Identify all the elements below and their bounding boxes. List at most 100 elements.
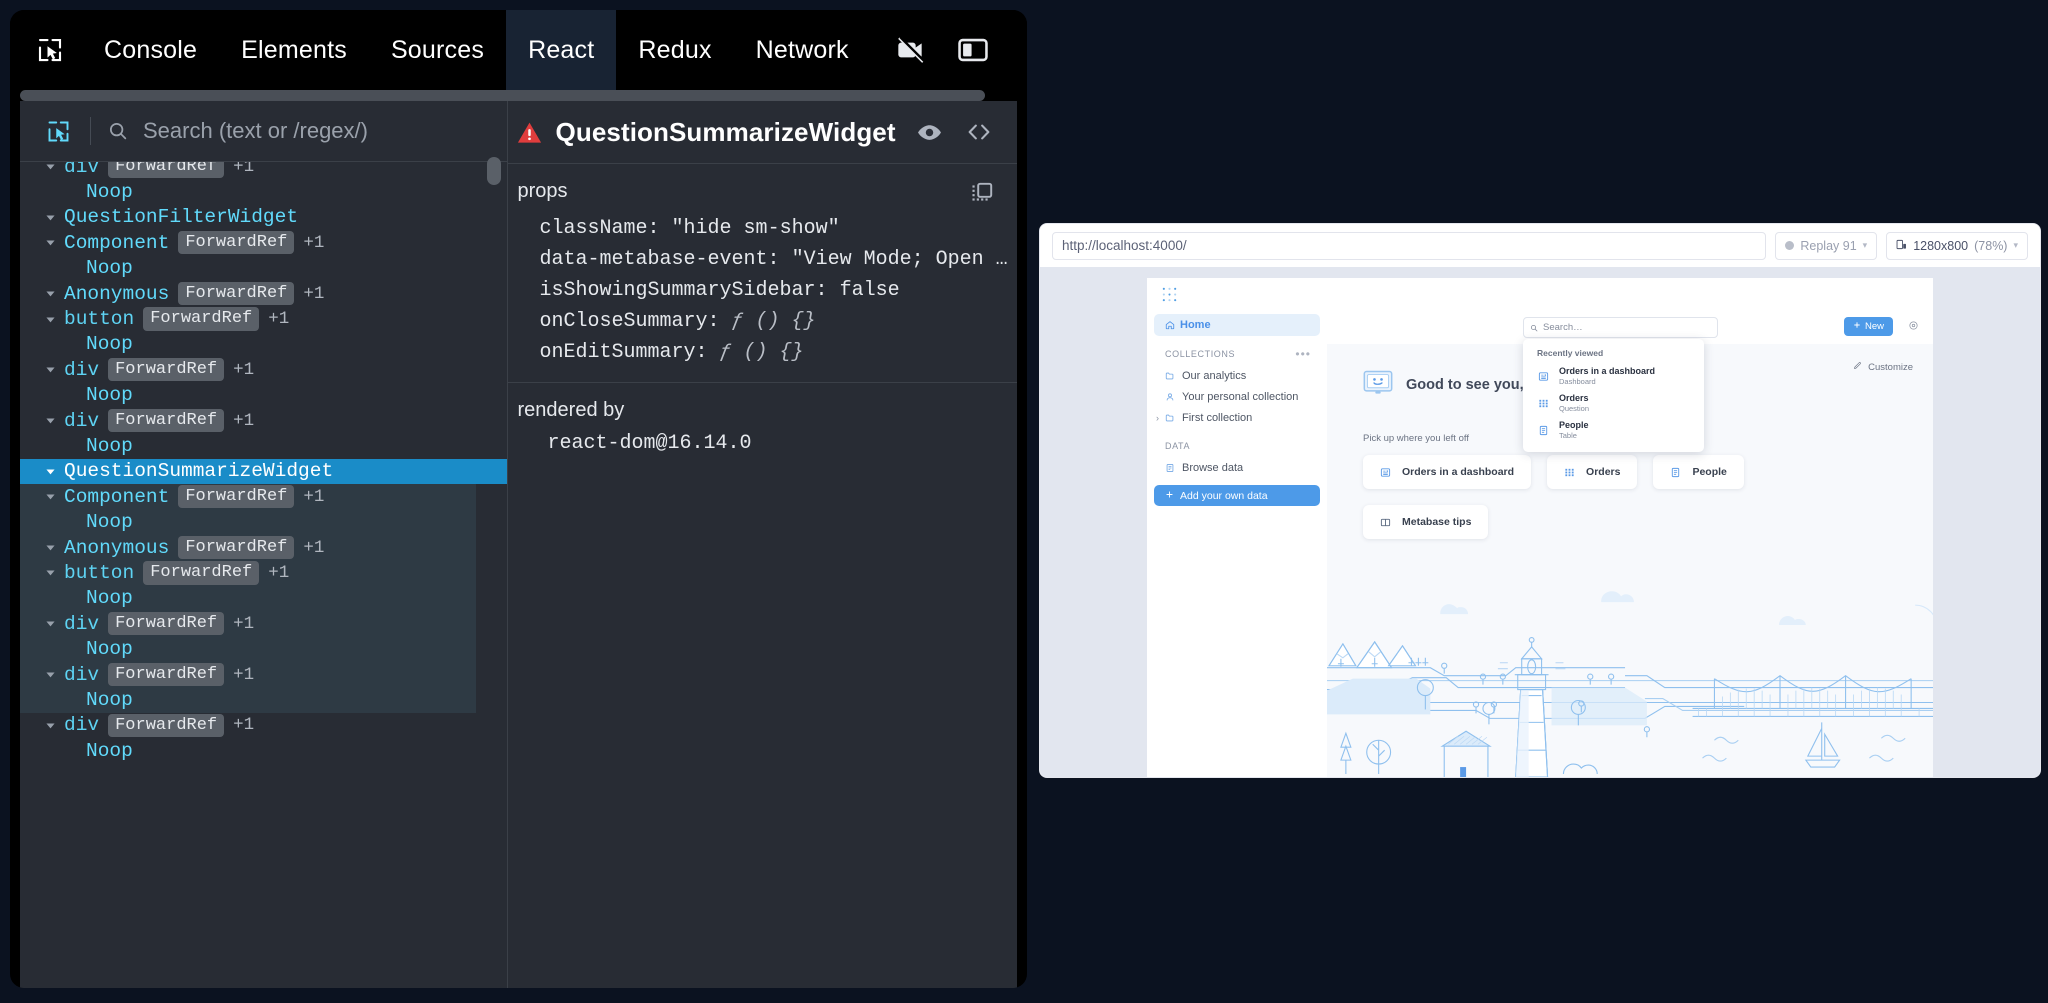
chevron-down-icon[interactable] (42, 311, 58, 327)
tree-row[interactable]: div ForwardRef +1 (20, 611, 507, 636)
tree-row[interactable]: button ForwardRef +1 (20, 306, 507, 331)
recent-item-card[interactable]: People (1653, 455, 1744, 489)
devtools-horizontal-scrollbar[interactable] (20, 90, 985, 101)
gear-icon[interactable] (1908, 318, 1919, 336)
tree-row[interactable]: div ForwardRef +1 (20, 713, 507, 738)
tree-row[interactable]: div ForwardRef +1 (20, 662, 507, 687)
chevron-down-icon[interactable] (42, 540, 58, 556)
recently-viewed-item[interactable]: Orders in a dashboard Dashboard (1523, 363, 1704, 390)
tree-row[interactable]: Noop (20, 738, 507, 763)
tree-row[interactable]: Noop (20, 179, 507, 204)
tree-scrollbar-thumb[interactable] (486, 157, 501, 185)
chevron-down-icon[interactable] (42, 162, 58, 175)
tree-row[interactable]: Noop (20, 687, 507, 712)
tree-row[interactable]: Component ForwardRef +1 (20, 230, 507, 255)
tab-sources[interactable]: Sources (369, 10, 506, 90)
replay-record-icon (1785, 241, 1795, 250)
tree-row[interactable]: QuestionFilterWidget (20, 205, 507, 230)
tree-row[interactable]: Noop (20, 509, 507, 534)
code-brackets-icon[interactable] (965, 118, 993, 146)
prop-row[interactable]: onEditSummary: ƒ () {} (508, 337, 1017, 368)
new-button[interactable]: New (1843, 317, 1893, 336)
cursor-select-icon[interactable] (38, 111, 78, 151)
recent-item-card[interactable]: Orders in a dashboard (1363, 455, 1532, 489)
tab-redux[interactable]: Redux (616, 10, 733, 90)
sidebar-collection-item[interactable]: Our analytics (1154, 365, 1320, 386)
recent-item-card[interactable]: Metabase tips (1363, 505, 1489, 539)
component-tree-list[interactable]: div ForwardRef +1 Noop QuestionFilterWidget C… (20, 162, 507, 988)
panel-layout-icon[interactable] (955, 32, 991, 68)
add-your-own-data-button[interactable]: Add your own data (1154, 485, 1320, 506)
sidebar-item-home[interactable]: Home (1154, 314, 1320, 336)
tree-row[interactable]: Noop (20, 636, 507, 661)
prop-row[interactable]: className: "hide sm-show" (508, 213, 1017, 244)
tree-row[interactable]: Noop (20, 433, 507, 458)
url-bar[interactable]: http://localhost:4000/ (1052, 231, 1767, 260)
customize-button[interactable]: Customize (1853, 361, 1913, 373)
metabase-logo-icon[interactable] (1147, 278, 1933, 311)
sidebar-collection-item[interactable]: Your personal collection (1154, 386, 1320, 407)
tree-row[interactable]: div ForwardRef +1 (20, 357, 507, 382)
devtools-tool-icons (893, 32, 991, 68)
prop-row[interactable]: isShowingSummarySidebar: false (508, 275, 1017, 306)
search-input[interactable] (141, 117, 475, 145)
plus-icon (1853, 321, 1861, 332)
tab-elements[interactable]: Elements (219, 10, 369, 90)
tree-row[interactable]: button ForwardRef +1 (20, 560, 507, 585)
tree-row[interactable]: div ForwardRef +1 (20, 408, 507, 433)
tree-row[interactable]: div ForwardRef +1 (20, 162, 507, 179)
dashboard-icon (1537, 371, 1550, 382)
recently-viewed-item[interactable]: People Table (1523, 417, 1704, 444)
chevron-down-icon[interactable] (42, 413, 58, 429)
chevron-down-icon[interactable] (42, 717, 58, 733)
chevron-down-icon[interactable] (42, 463, 58, 479)
tab-console[interactable]: Console (82, 10, 219, 90)
tree-row[interactable]: Noop (20, 256, 507, 281)
recent-items-cards: Orders in a dashboard Orders People Metabas… (1327, 444, 1793, 539)
prop-key: onCloseSummary: (539, 310, 732, 333)
tree-row-label: div (64, 612, 100, 635)
react-devtools-window: Console Elements Sources React Redux Network (10, 10, 1027, 988)
hoc-badge: ForwardRef (143, 561, 260, 585)
ellipsis-icon[interactable]: ••• (1295, 347, 1320, 361)
prop-key: className: (539, 217, 672, 240)
tree-row[interactable]: Noop (20, 586, 507, 611)
tree-row[interactable]: Noop (20, 383, 507, 408)
search-input[interactable]: Search… (1523, 317, 1718, 338)
chevron-down-icon[interactable] (42, 362, 58, 378)
recent-item-card[interactable]: Orders (1547, 455, 1638, 489)
sidebar-data-item[interactable]: Browse data (1154, 457, 1320, 478)
tab-network[interactable]: Network (734, 10, 871, 90)
tree-row-selected[interactable]: QuestionSummarizeWidget (20, 458, 507, 485)
prop-row[interactable]: onCloseSummary: ƒ () {} (508, 306, 1017, 337)
copy-icon[interactable] (969, 180, 995, 211)
folder-icon (1165, 371, 1182, 381)
chevron-down-icon[interactable] (42, 286, 58, 302)
eye-icon[interactable] (916, 119, 943, 146)
chevron-down-icon[interactable] (42, 667, 58, 683)
sidebar-data-list: Browse data (1147, 457, 1327, 478)
chevron-down-icon[interactable] (42, 209, 58, 225)
chevron-down-icon[interactable] (42, 616, 58, 632)
hoc-badge: ForwardRef (108, 713, 225, 737)
sidebar-data-header: DATA (1154, 435, 1320, 456)
replay-button[interactable]: Replay 91 ▾ (1775, 231, 1878, 260)
cursor-select-icon[interactable] (28, 28, 72, 72)
video-off-icon[interactable] (893, 32, 929, 68)
tree-row[interactable]: Noop (20, 332, 507, 357)
sidebar-collection-item[interactable]: › First collection (1154, 407, 1320, 428)
chevron-down-icon[interactable] (42, 235, 58, 251)
resolution-button[interactable]: 1280x800 (78%) ▾ (1886, 231, 2028, 260)
tree-row[interactable]: Anonymous ForwardRef +1 (20, 535, 507, 560)
chevron-right-icon[interactable]: › (1156, 413, 1165, 423)
prop-row[interactable]: data-metabase-event: "View Mode; Open … (508, 244, 1017, 275)
recently-viewed-item[interactable]: Orders Question (1523, 390, 1704, 417)
customize-label: Customize (1868, 361, 1913, 373)
chevron-down-icon[interactable] (42, 489, 58, 505)
chevron-down-icon[interactable] (42, 565, 58, 581)
tab-react[interactable]: React (506, 10, 617, 90)
table-grid-icon (1564, 467, 1575, 478)
tree-row[interactable]: Anonymous ForwardRef +1 (20, 281, 507, 306)
tree-row[interactable]: Component ForwardRef +1 (20, 484, 507, 509)
